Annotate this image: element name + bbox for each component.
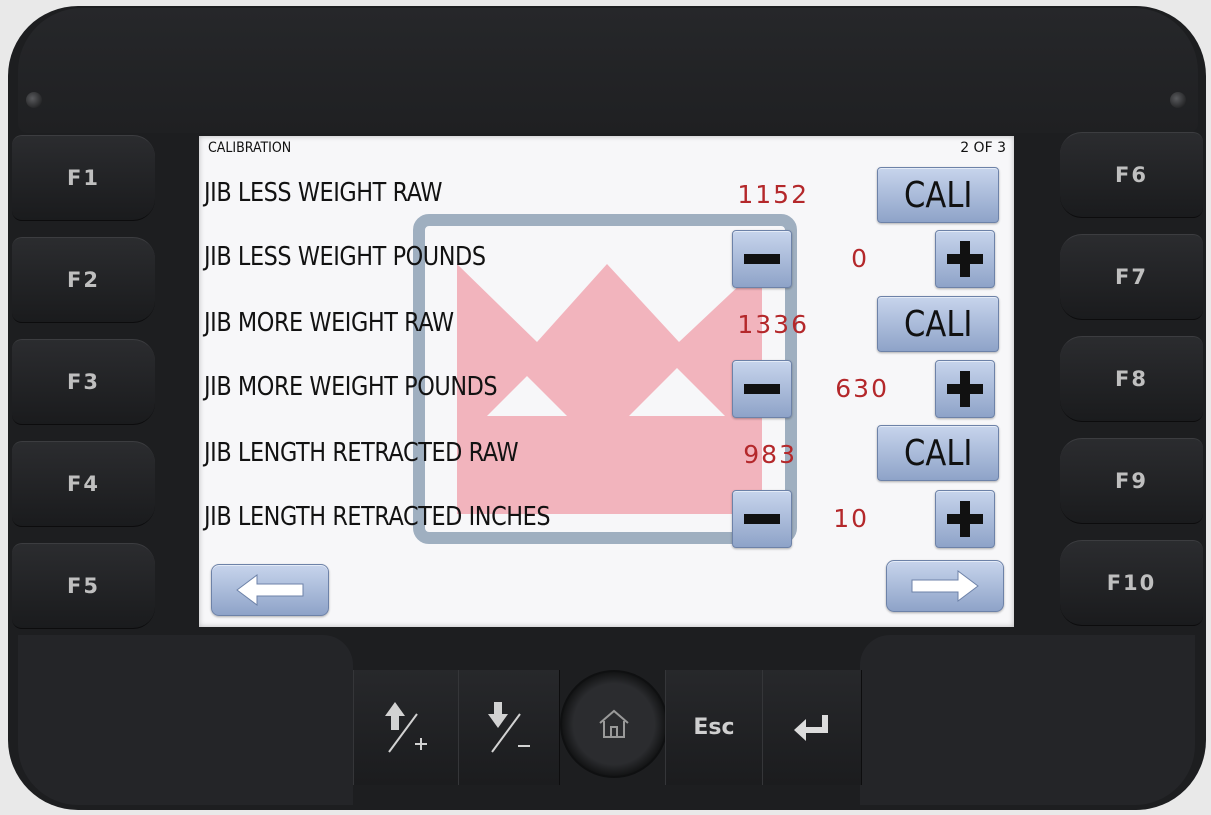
arrow-left-icon (236, 574, 304, 606)
function-key-f5[interactable]: F5 (12, 543, 155, 629)
minus-icon (744, 384, 780, 394)
function-key-f3[interactable]: F3 (12, 339, 155, 425)
cali-button-label: CALI (903, 174, 973, 216)
bezel-top (18, 8, 1198, 133)
arrow-right-icon (911, 570, 979, 602)
function-key-f1[interactable]: F1 (12, 135, 155, 221)
screw-icon (26, 92, 42, 108)
screen-title: CALIBRATION (208, 140, 292, 156)
decrease-key[interactable] (458, 670, 560, 785)
arrow-up-plus-icon (385, 701, 427, 753)
function-key-f7[interactable]: F7 (1060, 234, 1203, 320)
screw-icon (1170, 92, 1186, 108)
row-value-jib-more-weight-pounds: 630 (835, 374, 889, 403)
function-key-f6[interactable]: F6 (1060, 132, 1203, 218)
increment-button-jib-less-weight-pounds[interactable] (935, 230, 995, 288)
next-page-button[interactable] (886, 560, 1004, 612)
enter-key[interactable] (762, 670, 862, 785)
row-value-jib-length-retracted-raw: 983 (743, 440, 797, 469)
previous-page-button[interactable] (211, 564, 329, 616)
increment-button-jib-more-weight-pounds[interactable] (935, 360, 995, 418)
row-label-jib-more-weight-raw: JIB MORE WEIGHT RAW (204, 308, 454, 338)
escape-key-label: Esc (693, 715, 735, 740)
increment-button-jib-length-retracted-inches[interactable] (935, 490, 995, 548)
increase-key[interactable] (353, 670, 459, 785)
function-key-f10[interactable]: F10 (1060, 540, 1203, 626)
row-label-jib-less-weight-pounds: JIB LESS WEIGHT POUNDS (204, 242, 486, 272)
arrow-down-minus-icon (488, 701, 530, 753)
page-indicator: 2 OF 3 (960, 140, 1006, 156)
home-icon (599, 709, 629, 738)
function-key-f4[interactable]: F4 (12, 441, 155, 527)
bezel-lower-right (860, 635, 1195, 805)
minus-icon (744, 254, 780, 264)
row-label-jib-more-weight-pounds: JIB MORE WEIGHT POUNDS (204, 372, 498, 402)
function-key-f2[interactable]: F2 (12, 237, 155, 323)
plus-icon (947, 371, 983, 407)
row-value-jib-less-weight-raw: 1152 (737, 180, 809, 209)
plus-icon (947, 241, 983, 277)
home-key[interactable] (560, 670, 668, 778)
row-label-jib-less-weight-raw: JIB LESS WEIGHT RAW (204, 178, 443, 208)
row-label-jib-length-retracted-raw: JIB LENGTH RETRACTED RAW (204, 438, 519, 468)
row-label-jib-length-retracted-inches: JIB LENGTH RETRACTED INCHES (204, 502, 551, 532)
function-key-f9[interactable]: F9 (1060, 438, 1203, 524)
display-screen: CALIBRATION 2 OF 3 JIB LESS WEIGHT RAW 1… (199, 136, 1014, 627)
row-value-jib-less-weight-pounds: 0 (851, 244, 869, 273)
cali-button-jib-more-weight[interactable]: CALI (877, 296, 999, 352)
escape-key[interactable]: Esc (665, 670, 763, 785)
minus-icon (744, 514, 780, 524)
enter-icon (794, 714, 828, 741)
bezel-lower-left (18, 635, 353, 805)
cali-button-label: CALI (903, 303, 973, 345)
cali-button-label: CALI (903, 432, 973, 474)
row-value-jib-more-weight-raw: 1336 (737, 310, 809, 339)
plus-icon (947, 501, 983, 537)
cali-button-jib-less-weight[interactable]: CALI (877, 167, 999, 223)
row-value-jib-length-retracted-inches: 10 (833, 504, 869, 533)
cali-button-jib-length-retracted[interactable]: CALI (877, 425, 999, 481)
function-key-f8[interactable]: F8 (1060, 336, 1203, 422)
decrement-button-jib-more-weight-pounds[interactable] (732, 360, 792, 418)
